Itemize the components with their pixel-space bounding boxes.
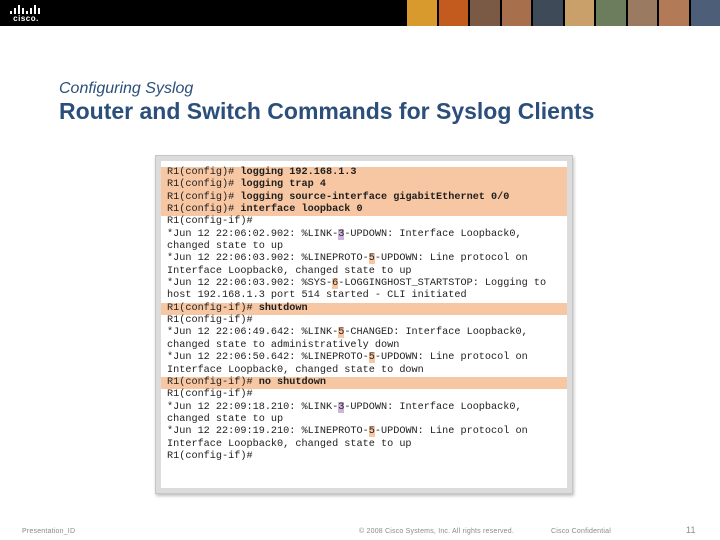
logo-bars-icon xyxy=(10,5,42,14)
banner-photo xyxy=(407,0,437,26)
console-output-line: R1(config-if)# xyxy=(161,451,567,463)
console-text: changed state to administratively down xyxy=(167,339,400,351)
console-text: R1(config-if)# xyxy=(167,389,253,401)
banner-photo xyxy=(564,0,594,26)
console-text: -UPDOWN: Line protocol on xyxy=(374,253,528,265)
footer-copyright: © 2008 Cisco Systems, Inc. All rights re… xyxy=(359,528,515,535)
slide-title: Router and Switch Commands for Syslog Cl… xyxy=(59,98,595,124)
console-text: *Jun 12 22:09:18.210: %LINK- xyxy=(167,401,339,413)
banner-photo xyxy=(470,0,500,26)
console-text: -LOGGINGHOST_STARTSTOP: Logging to xyxy=(338,278,547,290)
console-output-line: R1(config-if)# xyxy=(161,389,567,401)
console-output-line: host 192.168.1.3 port 514 started - CLI … xyxy=(161,290,567,302)
banner-photo xyxy=(501,0,531,26)
banner-photo xyxy=(438,0,468,26)
console-output-line: *Jun 12 22:06:03.902: %LINEPROTO-5-UPDOW… xyxy=(161,253,567,265)
console-text: host 192.168.1.3 port 514 started - CLI … xyxy=(167,290,467,302)
console-command: interface loopback 0 xyxy=(240,204,363,216)
console-output-line: changed state to administratively down xyxy=(161,340,567,352)
console-text: -CHANGED: Interface Loopback0, xyxy=(344,327,528,339)
console-text: -UPDOWN: Interface Loopback0, xyxy=(344,228,522,240)
console-command-line: R1(config-if)# no shutdown xyxy=(161,376,567,390)
console-command-line: R1(config)# logging source-interface gig… xyxy=(161,191,567,205)
console-output-line: *Jun 12 22:06:03.902: %SYS-6-LOGGINGHOST… xyxy=(161,278,567,290)
console-output-line: *Jun 12 22:09:19.210: %LINEPROTO-5-UPDOW… xyxy=(161,426,567,438)
console-text: changed state to up xyxy=(167,241,284,253)
console-panel: R1(config)# logging 192.168.1.3 R1(config… xyxy=(155,155,573,494)
banner-photo xyxy=(533,0,563,26)
slide-subtitle: Configuring Syslog xyxy=(59,80,194,97)
console-command: logging trap 4 xyxy=(240,179,326,191)
console-command-line: R1(config-if)# shutdown xyxy=(161,302,567,316)
console-command-line: R1(config)# interface loopback 0 xyxy=(161,204,567,217)
console-output-line: *Jun 12 22:06:49.642: %LINK-5-CHANGED: I… xyxy=(161,327,567,339)
banner-photo xyxy=(627,0,657,26)
footer-presentation-id: Presentation_ID xyxy=(22,528,76,535)
console-output-line: changed state to up xyxy=(161,241,567,253)
console-text: *Jun 12 22:06:02.902: %LINK- xyxy=(167,228,339,240)
console-text: *Jun 12 22:06:03.902: %SYS- xyxy=(167,278,333,290)
banner-photo xyxy=(690,0,720,26)
console-text: -UPDOWN: Interface Loopback0, xyxy=(344,401,522,413)
footer-confidential: Cisco Confidential xyxy=(551,528,612,535)
console-text: -UPDOWN: Line protocol on xyxy=(374,352,528,364)
console-text: *Jun 12 22:06:49.642: %LINK- xyxy=(167,327,339,339)
console-text: Interface Loopback0, changed state to do… xyxy=(167,364,424,376)
console-text: changed state to up xyxy=(167,413,284,425)
console-output-line: *Jun 12 22:09:18.210: %LINK-3-UPDOWN: In… xyxy=(161,401,567,414)
console-text: *Jun 12 22:06:50.642: %LINEPROTO- xyxy=(167,352,369,364)
console-output-line: changed state to up xyxy=(161,414,567,426)
console-text: *Jun 12 22:09:19.210: %LINEPROTO- xyxy=(167,426,369,438)
console-text: R1(config-if)# xyxy=(167,315,253,327)
console-command-line: R1(config)# logging trap 4 xyxy=(161,179,567,192)
console-output-line: *Jun 12 22:06:50.642: %LINEPROTO-5-UPDOW… xyxy=(161,352,567,364)
top-banner: cisco. xyxy=(0,0,720,26)
console-prompt: R1(config)# xyxy=(167,204,241,216)
console-output-line: R1(config-if)# xyxy=(161,216,567,228)
console-prompt: R1(config)# xyxy=(167,191,241,203)
console-output-line: Interface Loopback0, changed state to up xyxy=(161,439,567,451)
console-output-line: Interface Loopback0, changed state to up xyxy=(161,266,567,278)
console-output-line: R1(config-if)# xyxy=(161,315,567,327)
cisco-logo: cisco. xyxy=(9,5,43,23)
console-prompt: R1(config-if)# xyxy=(167,376,259,388)
console-command-line: R1(config)# logging 192.168.1.3 xyxy=(161,167,567,180)
logo-wordmark: cisco. xyxy=(13,14,39,23)
console-prompt: R1(config)# xyxy=(167,167,241,178)
console-text: R1(config-if)# xyxy=(167,450,253,462)
console-output: R1(config)# logging 192.168.1.3 R1(config… xyxy=(161,161,567,488)
console-prompt: R1(config)# xyxy=(167,179,241,191)
photo-strip xyxy=(407,0,720,26)
page-number: 11 xyxy=(686,525,696,535)
console-text: Interface Loopback0, changed state to up xyxy=(167,438,412,450)
banner-photo xyxy=(596,0,626,26)
console-command: no shutdown xyxy=(258,376,326,388)
console-output-line: *Jun 12 22:06:02.902: %LINK-3-UPDOWN: In… xyxy=(161,228,567,241)
console-text: *Jun 12 22:06:03.902: %LINEPROTO- xyxy=(167,253,369,265)
console-prompt: R1(config-if)# xyxy=(167,302,259,314)
console-command: logging source-interface gigabitEthernet… xyxy=(240,191,510,203)
console-text: Interface Loopback0, changed state to up xyxy=(167,265,412,277)
banner-photo xyxy=(659,0,689,26)
console-text: R1(config-if)# xyxy=(167,216,253,228)
console-output-line: Interface Loopback0, changed state to do… xyxy=(161,365,567,377)
console-command: logging 192.168.1.3 xyxy=(240,167,357,178)
console-command: shutdown xyxy=(258,302,308,314)
console-text: -UPDOWN: Line protocol on xyxy=(374,426,528,438)
